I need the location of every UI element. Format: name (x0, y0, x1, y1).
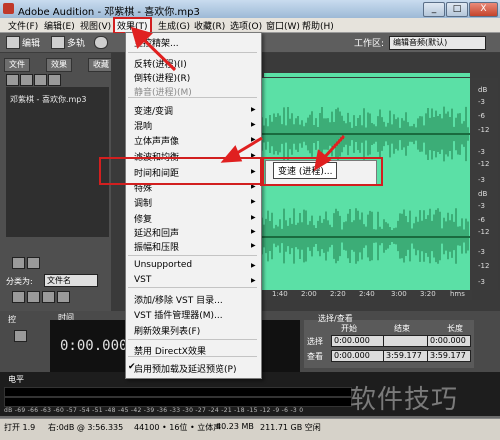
annotation-arrows (130, 26, 346, 172)
